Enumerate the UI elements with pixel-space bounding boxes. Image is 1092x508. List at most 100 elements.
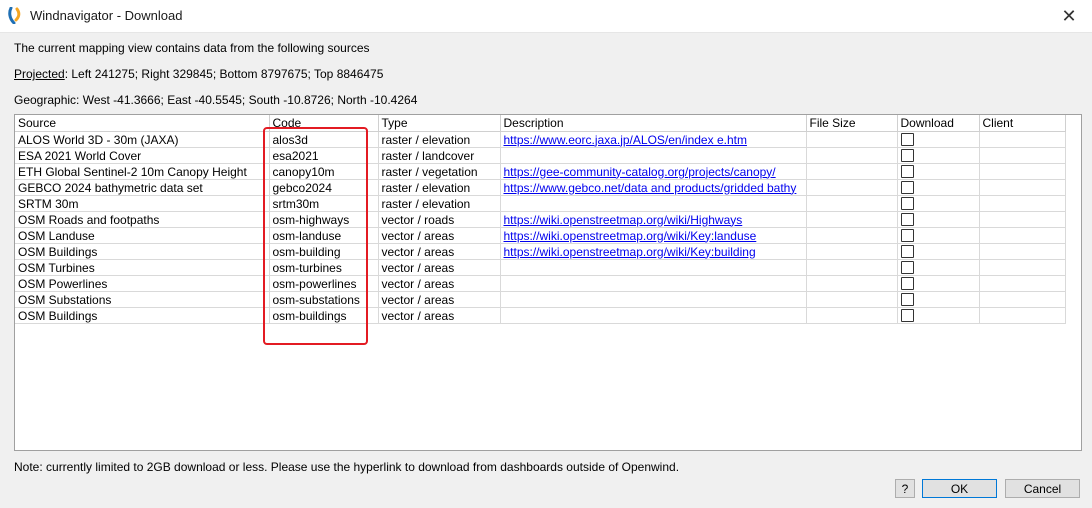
file-size-cell: [806, 131, 898, 148]
download-cell: [897, 195, 980, 212]
code-cell: osm-substations: [269, 291, 379, 308]
type-cell: raster / elevation: [378, 131, 501, 148]
source-cell: SRTM 30m: [15, 195, 270, 212]
description-cell: [500, 291, 807, 308]
description-link[interactable]: https://wiki.openstreetmap.org/wiki/High…: [504, 213, 743, 227]
download-checkbox[interactable]: [900, 244, 914, 258]
download-cell: [897, 131, 980, 148]
client-cell: [979, 307, 1066, 324]
type-cell: raster / vegetation: [378, 163, 501, 180]
description-cell: [500, 275, 807, 292]
code-cell: esa2021: [269, 147, 379, 164]
description-cell: [500, 195, 807, 212]
column-header-source[interactable]: Source: [15, 115, 270, 132]
help-button[interactable]: ?: [895, 479, 915, 498]
table-row[interactable]: OSM Landuse osm-landuse vector / areas http…: [15, 227, 1066, 244]
description-link[interactable]: https://gee-community-catalog.org/projec…: [504, 165, 776, 179]
download-checkbox[interactable]: [900, 196, 914, 210]
title-bar: Windnavigator - Download ✕: [0, 0, 1092, 33]
download-checkbox[interactable]: [900, 292, 914, 306]
client-cell: [979, 131, 1066, 148]
download-checkbox[interactable]: [900, 228, 914, 242]
projected-extent: Projected: Left 241275; Right 329845; Bo…: [14, 67, 383, 81]
source-cell: OSM Substations: [15, 291, 270, 308]
table-row[interactable]: OSM Powerlines osm-powerlines vector / are…: [15, 275, 1066, 292]
cancel-button[interactable]: Cancel: [1005, 479, 1080, 498]
code-cell: gebco2024: [269, 179, 379, 196]
table-row[interactable]: OSM Substations osm-substations vector / a…: [15, 291, 1066, 308]
description-cell: [500, 147, 807, 164]
ok-button[interactable]: OK: [922, 479, 997, 498]
client-cell: [979, 163, 1066, 180]
client-cell: [979, 259, 1066, 276]
code-cell: osm-turbines: [269, 259, 379, 276]
table-row[interactable]: ESA 2021 World Cover esa2021 raster / land…: [15, 147, 1066, 164]
download-checkbox[interactable]: [900, 260, 914, 274]
description-cell: https://wiki.openstreetmap.org/wiki/Key:…: [500, 243, 807, 260]
download-cell: [897, 243, 980, 260]
download-cell: [897, 307, 980, 324]
table-row[interactable]: OSM Roads and footpaths osm-highways vecto…: [15, 211, 1066, 228]
download-checkbox[interactable]: [900, 132, 914, 146]
source-cell: OSM Turbines: [15, 259, 270, 276]
file-size-cell: [806, 275, 898, 292]
column-header-file-size[interactable]: File Size: [806, 115, 898, 132]
description-cell: [500, 307, 807, 324]
description-link[interactable]: https://wiki.openstreetmap.org/wiki/Key:…: [504, 229, 757, 243]
sources-table-container[interactable]: Source Code Type Description File Size D…: [14, 114, 1082, 451]
description-cell: [500, 259, 807, 276]
download-checkbox[interactable]: [900, 164, 914, 178]
source-cell: OSM Buildings: [15, 243, 270, 260]
description-cell: https://www.gebco.net/data and products/…: [500, 179, 807, 196]
download-checkbox[interactable]: [900, 212, 914, 226]
table-row[interactable]: OSM Buildings osm-buildings vector / areas: [15, 307, 1066, 324]
description-link[interactable]: https://www.gebco.net/data and products/…: [504, 181, 797, 195]
code-cell: osm-building: [269, 243, 379, 260]
type-cell: vector / areas: [378, 259, 501, 276]
download-note: Note: currently limited to 2GB download …: [14, 460, 680, 474]
download-checkbox[interactable]: [900, 308, 914, 322]
download-cell: [897, 275, 980, 292]
client-cell: [979, 147, 1066, 164]
description-link[interactable]: https://www.eorc.jaxa.jp/ALOS/en/index e…: [504, 133, 747, 147]
column-header-code[interactable]: Code: [269, 115, 379, 132]
download-cell: [897, 163, 980, 180]
file-size-cell: [806, 195, 898, 212]
description-link[interactable]: https://wiki.openstreetmap.org/wiki/Key:…: [504, 245, 756, 259]
geographic-extent: Geographic: West -41.3666; East -40.5545…: [14, 93, 418, 107]
download-cell: [897, 211, 980, 228]
table-row[interactable]: GEBCO 2024 bathymetric data set gebco2024…: [15, 179, 1066, 196]
download-checkbox[interactable]: [900, 276, 914, 290]
table-row[interactable]: ALOS World 3D - 30m (JAXA) alos3d raster /…: [15, 131, 1066, 148]
code-cell: osm-buildings: [269, 307, 379, 324]
code-cell: osm-landuse: [269, 227, 379, 244]
window-title: Windnavigator - Download: [30, 8, 183, 23]
projected-values: : Left 241275; Right 329845; Bottom 8797…: [64, 67, 384, 81]
code-cell: osm-highways: [269, 211, 379, 228]
download-checkbox[interactable]: [900, 148, 914, 162]
column-header-client[interactable]: Client: [979, 115, 1066, 132]
type-cell: vector / areas: [378, 307, 501, 324]
download-cell: [897, 291, 980, 308]
close-button[interactable]: ✕: [1046, 0, 1092, 32]
sources-table: Source Code Type Description File Size D…: [15, 115, 1066, 324]
column-header-type[interactable]: Type: [378, 115, 501, 132]
source-cell: ALOS World 3D - 30m (JAXA): [15, 131, 270, 148]
windnavigator-app-icon: [8, 7, 21, 24]
file-size-cell: [806, 211, 898, 228]
table-row[interactable]: OSM Turbines osm-turbines vector / areas: [15, 259, 1066, 276]
source-cell: OSM Landuse: [15, 227, 270, 244]
download-cell: [897, 147, 980, 164]
column-header-description[interactable]: Description: [500, 115, 807, 132]
column-header-download[interactable]: Download: [897, 115, 980, 132]
download-checkbox[interactable]: [900, 180, 914, 194]
table-row[interactable]: OSM Buildings osm-building vector / areas h…: [15, 243, 1066, 260]
table-row[interactable]: SRTM 30m srtm30m raster / elevation: [15, 195, 1066, 212]
table-row[interactable]: ETH Global Sentinel-2 10m Canopy Height c…: [15, 163, 1066, 180]
file-size-cell: [806, 307, 898, 324]
type-cell: raster / elevation: [378, 195, 501, 212]
type-cell: raster / landcover: [378, 147, 501, 164]
file-size-cell: [806, 147, 898, 164]
file-size-cell: [806, 243, 898, 260]
source-cell: ETH Global Sentinel-2 10m Canopy Height: [15, 163, 270, 180]
